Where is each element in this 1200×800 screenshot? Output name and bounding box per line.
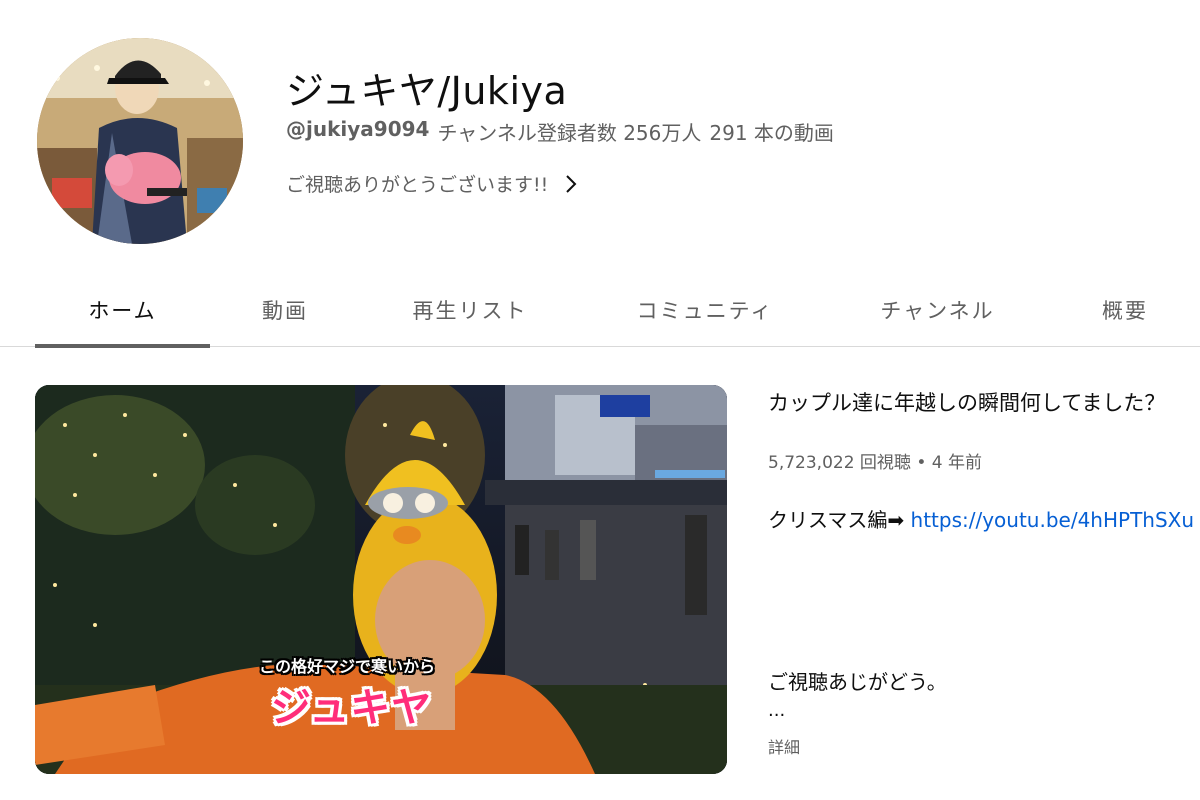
more-details-button[interactable]: 詳細 (768, 734, 800, 758)
channel-meta: @jukiya9094 チャンネル登録者数 256万人 291 本の動画 (286, 117, 834, 146)
tab-community[interactable]: コミュニティ (610, 272, 800, 347)
video-count: 291 本の動画 (709, 121, 834, 145)
tab-channels[interactable]: チャンネル (850, 272, 1025, 347)
channel-tabs: ホーム 動画 再生リスト コミュニティ チャンネル 概要 (0, 272, 1200, 348)
upload-age: 4 年前 (931, 453, 983, 473)
tab-about[interactable]: 概要 (1075, 272, 1175, 347)
subscriber-count: チャンネル登録者数 256万人 (437, 121, 702, 145)
channel-description: ご視聴ありがとうございます!! (286, 174, 549, 196)
tab-home[interactable]: ホーム (35, 272, 210, 348)
featured-video-title[interactable]: カップル達に年越しの瞬間何してました？ (768, 387, 1200, 417)
description-prefix: クリスマス編➡ (768, 508, 911, 532)
avatar-image (37, 38, 243, 244)
channel-handle: @jukiya9094 (286, 117, 430, 141)
tab-videos[interactable]: 動画 (210, 272, 360, 347)
channel-description-link[interactable]: ご視聴ありがとうございます!! (286, 170, 578, 197)
thumbnail-caption-small: この格好マジで寒いから (259, 657, 436, 676)
description-ellipsis: ... (768, 700, 786, 721)
featured-description-line2: ご視聴あじがどう。 (768, 670, 947, 694)
stats-separator: • (916, 453, 932, 473)
tab-playlists[interactable]: 再生リスト (375, 272, 565, 347)
featured-description-line1: クリスマス編➡ https://youtu.be/4hHPThSXu (768, 504, 1200, 533)
channel-avatar[interactable] (37, 38, 243, 244)
thumbnail-caption-big: ジュキヤ (271, 685, 433, 731)
view-count: 5,723,022 回視聴 (768, 453, 911, 473)
description-link[interactable]: https://youtu.be/4hHPThSXu (911, 508, 1195, 532)
featured-video-stats: 5,723,022 回視聴 • 4 年前 (768, 448, 982, 473)
chevron-right-icon (566, 174, 577, 193)
featured-video-player[interactable]: この格好マジで寒いから ジュキヤ (35, 385, 727, 774)
channel-name: ジュキヤ/Jukiya (286, 69, 568, 113)
